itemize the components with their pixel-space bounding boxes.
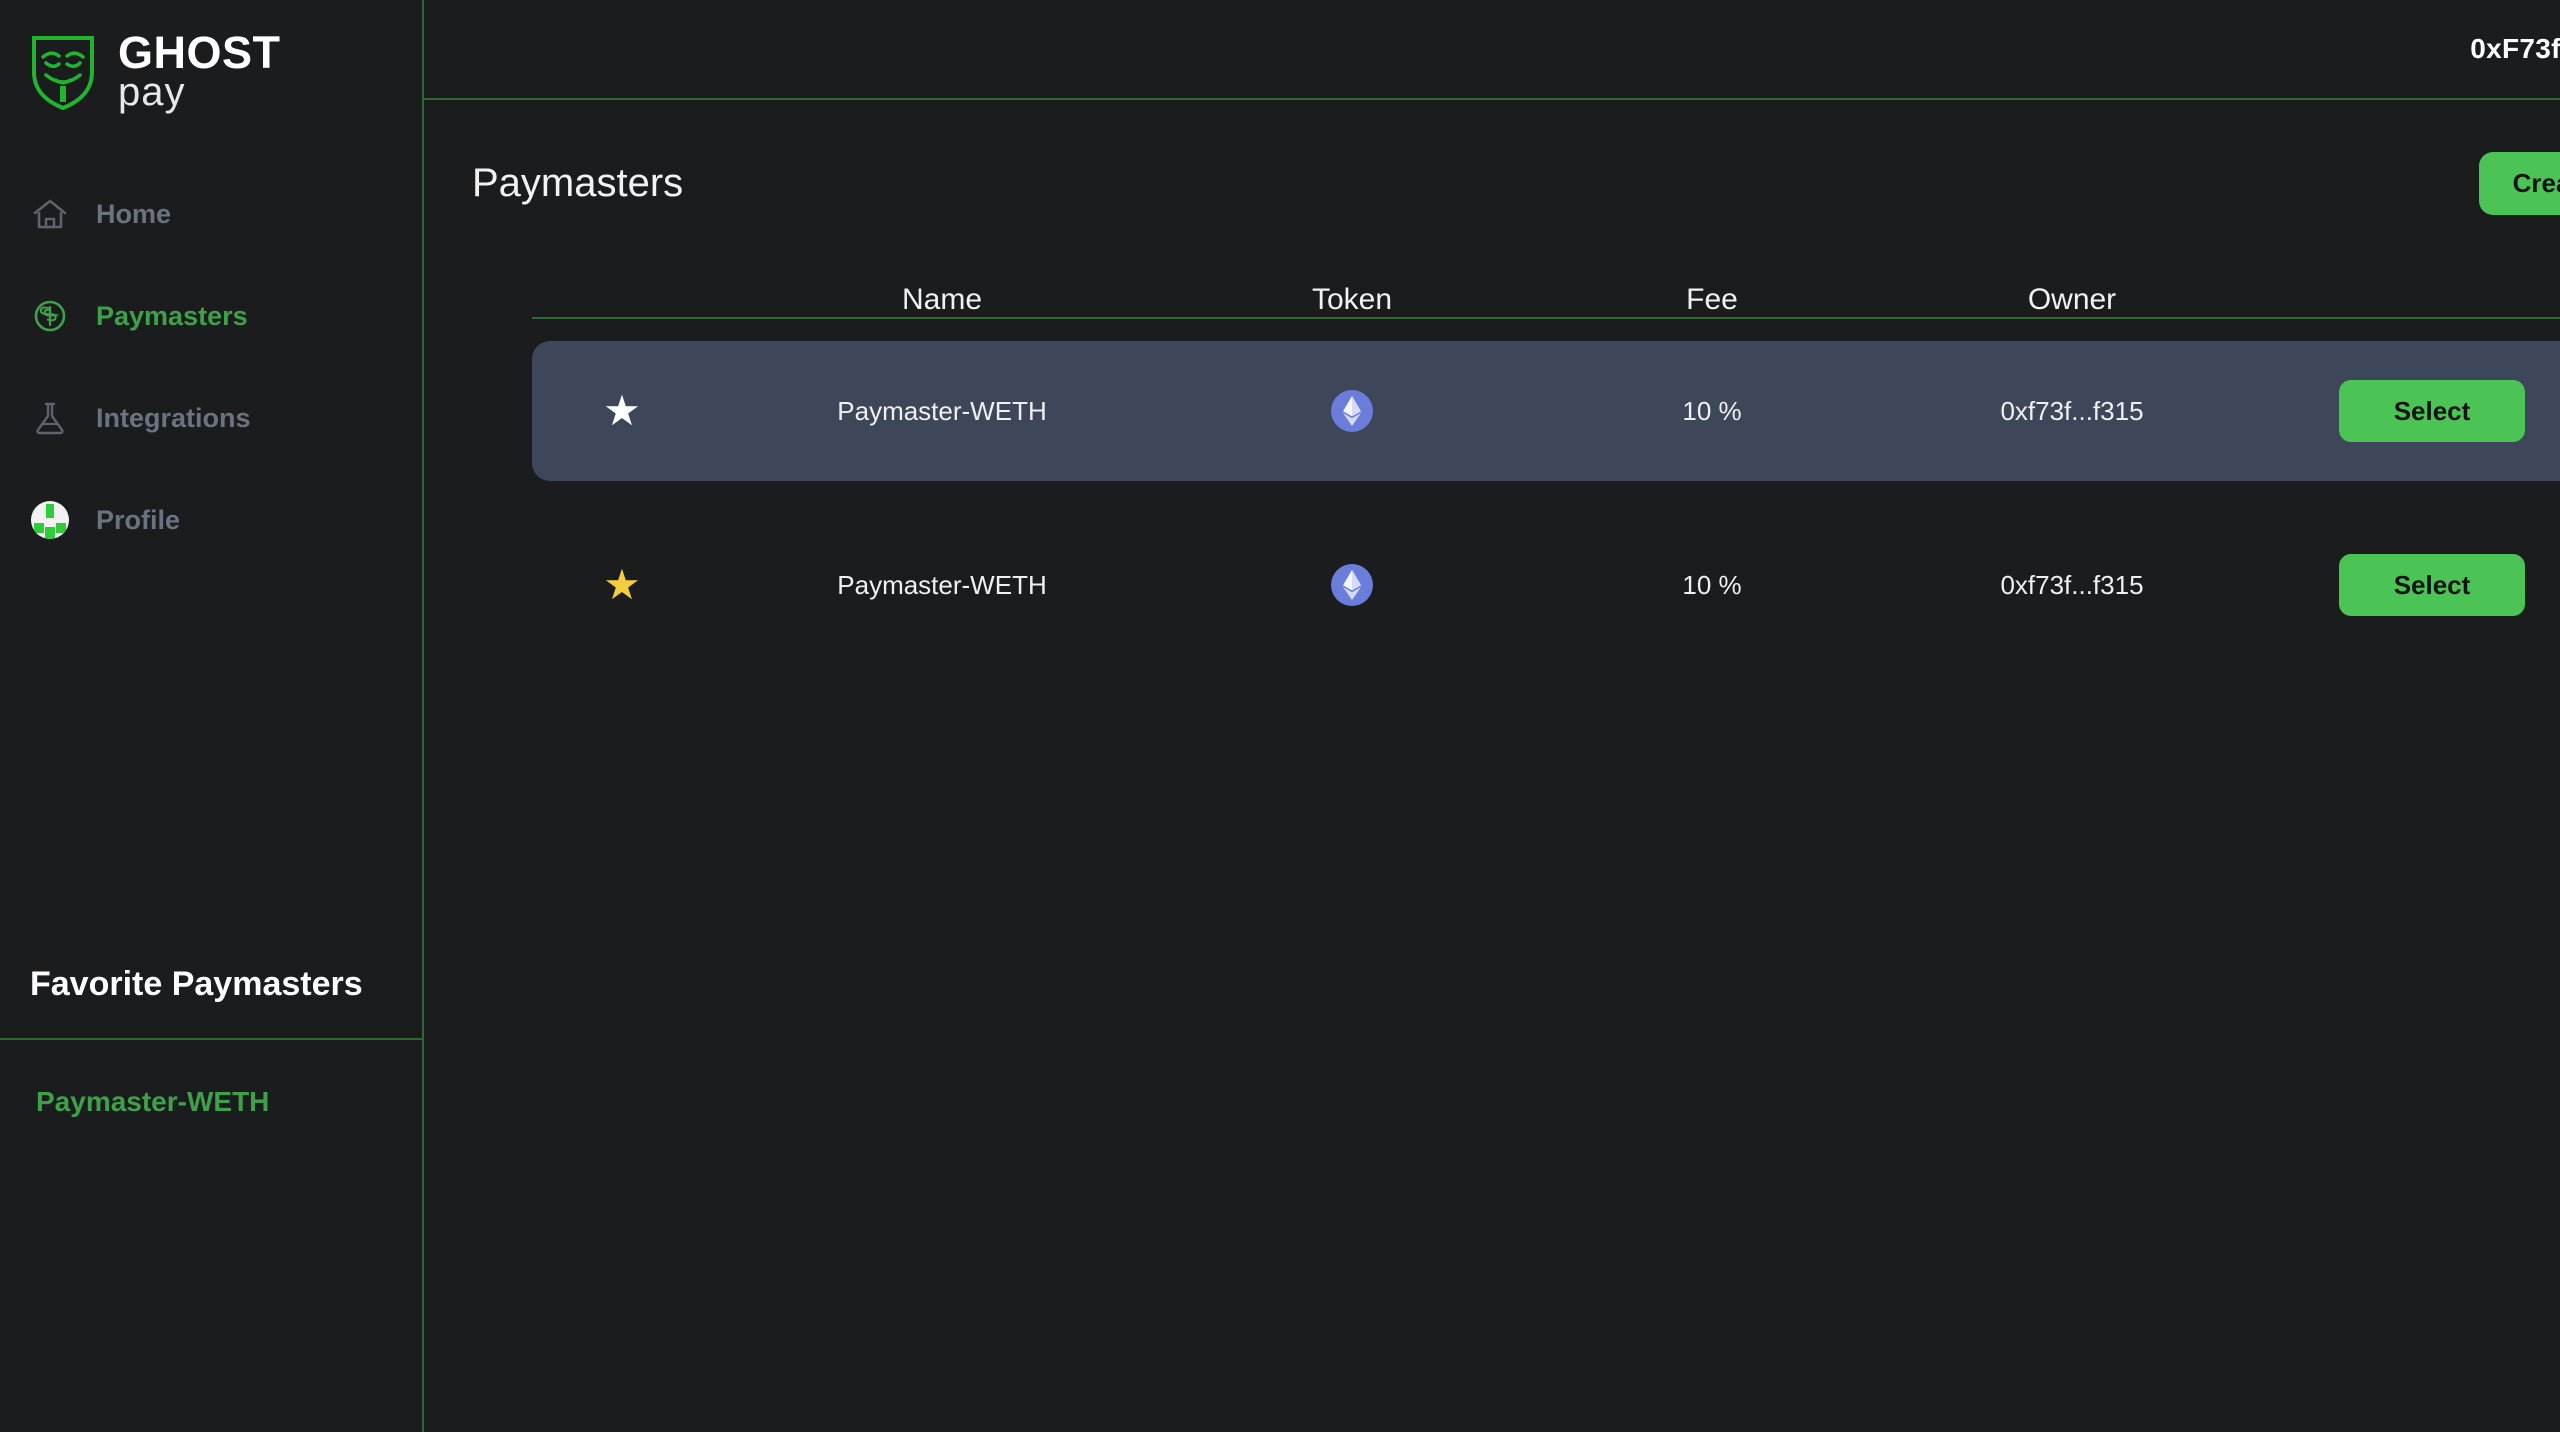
table-row[interactable]: ★ Paymaster-WETH 10 % 0xf73f...f315 Sele… <box>532 515 2560 655</box>
cell-owner: 0xf73f...f315 <box>2000 569 2144 600</box>
sidebar-item-profile[interactable]: Profile <box>0 492 422 548</box>
page-title: Paymasters <box>472 161 684 205</box>
cell-name: Paymaster-WETH <box>837 395 1047 426</box>
paymasters-table: Name Token Fee Owner ★ Paymaster-WETH 10… <box>532 259 2560 655</box>
table-header-row: Name Token Fee Owner <box>532 259 2560 319</box>
column-header-owner: Owner <box>2027 283 2117 316</box>
sidebar-item-paymasters[interactable]: Paymasters <box>0 288 422 344</box>
cell-owner: 0xf73f...f315 <box>2000 395 2144 426</box>
app-root: GHOST pay Home Paymasters Integrations P… <box>0 0 2560 1432</box>
sidebar-item-label: Integrations <box>96 402 251 433</box>
select-button[interactable]: Select <box>2339 380 2525 442</box>
topbar: 0xF73f...F315 <box>424 0 2560 100</box>
cell-fee: 10 % <box>1682 395 1742 426</box>
page-header: Paymasters Create + <box>424 100 2560 215</box>
flask-icon <box>30 398 70 438</box>
cell-fee: 10 % <box>1682 569 1742 600</box>
avatar-icon <box>30 500 70 540</box>
select-button[interactable]: Select <box>2339 554 2525 616</box>
cell-action: Select <box>2252 554 2560 616</box>
sidebar-item-integrations[interactable]: Integrations <box>0 390 422 446</box>
column-header-token: Token <box>1311 283 1393 316</box>
main-content: 0xF73f...F315 Paymasters Create + Name T… <box>424 0 2560 1432</box>
avatar <box>31 501 69 539</box>
brand-logo[interactable]: GHOST pay <box>0 0 422 112</box>
ghost-mask-icon <box>30 32 96 111</box>
create-button[interactable]: Create + <box>2478 152 2560 215</box>
sidebar-nav: Home Paymasters Integrations Profile <box>0 186 422 548</box>
brand-name-bottom: pay <box>118 70 186 114</box>
home-icon <box>30 194 70 234</box>
column-header-fee: Fee <box>1686 283 1738 316</box>
favorites-heading: Favorite Paymasters <box>30 965 363 1003</box>
brand-name-top: GHOST <box>118 27 281 78</box>
cell-action: Select <box>2252 380 2560 442</box>
favorite-star-icon[interactable]: ★ <box>532 564 712 606</box>
favorite-star-icon[interactable]: ★ <box>532 390 712 432</box>
column-header-name: Name <box>901 283 983 316</box>
ethereum-icon <box>1172 563 1532 607</box>
dollar-circle-icon <box>30 296 70 336</box>
sidebar-item-label: Paymasters <box>96 300 248 331</box>
favorite-paymaster-item[interactable]: Paymaster-WETH <box>36 1086 269 1118</box>
favorites-divider <box>0 1038 424 1040</box>
cell-name: Paymaster-WETH <box>837 569 1047 600</box>
brand-text: GHOST pay <box>118 30 281 112</box>
ethereum-icon <box>1172 389 1532 433</box>
sidebar-item-label: Home <box>96 198 172 229</box>
wallet-address[interactable]: 0xF73f...F315 <box>2470 33 2560 65</box>
sidebar-item-label: Profile <box>96 504 181 535</box>
sidebar-item-home[interactable]: Home <box>0 186 422 242</box>
table-row[interactable]: ★ Paymaster-WETH 10 % 0xf73f...f315 Sele… <box>532 341 2560 481</box>
sidebar: GHOST pay Home Paymasters Integrations P… <box>0 0 424 1432</box>
